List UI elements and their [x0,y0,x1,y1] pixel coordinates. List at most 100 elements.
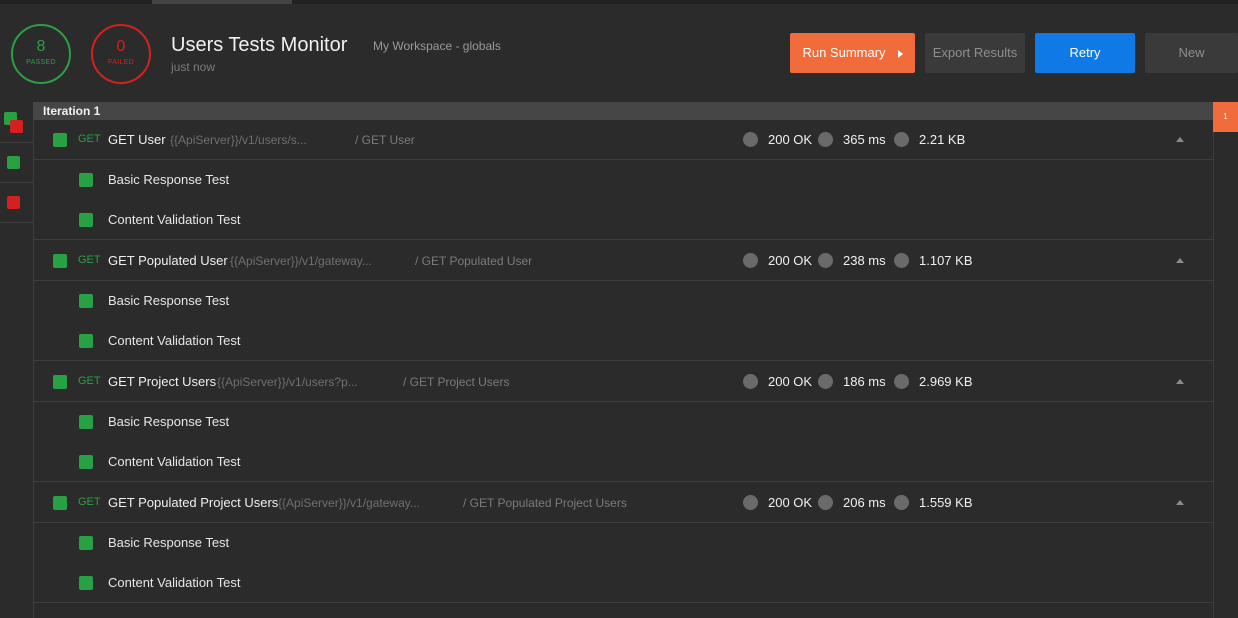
request-url: {{ApiServer}}/v1/users/s... [170,133,307,147]
response-size: 2.969 KB [919,374,973,389]
results-panel: Iteration 1 GET GET User {{ApiServer}}/v… [33,102,1213,618]
collapse-icon[interactable] [1176,379,1184,384]
test-name: Content Validation Test [108,575,241,590]
response-size: 2.21 KB [919,132,966,147]
pass-status-icon [79,536,93,550]
response-status: 200 OK [768,495,813,510]
request-method: GET [78,254,101,266]
request-url: {{ApiServer}}/v1/gateway... [230,254,372,268]
test-name: Content Validation Test [108,333,241,348]
request-url: {{ApiServer}}/v1/gateway... [278,496,420,510]
run-summary-button[interactable]: Run Summary [790,33,915,73]
test-row: Content Validation Test [33,563,1213,603]
response-time: 238 ms [843,253,886,268]
test-name: Basic Response Test [108,535,230,550]
response-time: 206 ms [843,495,886,510]
test-row: Basic Response Test [33,281,1213,321]
response-status: 200 OK [768,253,813,268]
test-name: Content Validation Test [108,454,241,469]
request-path: / GET User [355,133,415,147]
status-dot-icon [743,132,758,147]
size-dot-icon [894,253,909,268]
monitor-header: 8 PASSED 0 FAILED Users Tests Monitor My… [0,4,1238,102]
response-status: 200 OK [768,132,813,147]
request-row[interactable]: GET GET Project Users {{ApiServer}}/v1/u… [33,362,1213,402]
response-time: 186 ms [843,374,886,389]
page-title: Users Tests Monitor [171,34,348,56]
iteration-list [1213,102,1238,618]
passed-label: PASSED [26,59,56,66]
failed-counter: 0 FAILED [91,24,151,84]
pass-status-icon [79,294,93,308]
fail-indicator-icon [10,120,23,133]
test-name: Basic Response Test [108,172,230,187]
time-dot-icon [818,374,833,389]
response-status: 200 OK [768,374,813,389]
request-name: GET Project Users [108,374,217,389]
request-url: {{ApiServer}}/v1/users?p... [217,375,358,389]
new-button[interactable]: New [1145,33,1238,73]
pass-status-icon [79,455,93,469]
sidebar-item-failed[interactable] [0,182,33,223]
sidebar-item-passed[interactable] [0,142,33,183]
pass-status-icon [53,375,67,389]
test-name: Content Validation Test [108,212,241,227]
pass-status-icon [79,334,93,348]
request-name: GET Populated Project Users [108,495,279,510]
request-path: / GET Populated Project Users [463,496,627,510]
pass-status-icon [53,496,67,510]
request-name: GET Populated User [108,253,228,268]
caret-right-icon [897,49,903,58]
run-summary-label: Run Summary [802,45,886,60]
failed-label: FAILED [108,59,134,66]
request-row[interactable]: GET GET Populated User {{ApiServer}}/v1/… [33,241,1213,281]
pass-status-icon [79,213,93,227]
pass-status-icon [53,254,67,268]
request-name: GET User [108,132,166,147]
pass-status-icon [53,133,67,147]
pass-status-icon [79,576,93,590]
pass-status-icon [79,415,93,429]
request-method: GET [78,496,101,508]
size-dot-icon [894,374,909,389]
export-results-button[interactable]: Export Results [925,33,1025,73]
status-dot-icon [743,374,758,389]
test-row: Content Validation Test [33,321,1213,361]
time-dot-icon [818,132,833,147]
request-row[interactable]: GET GET Populated Project Users {{ApiSer… [33,483,1213,523]
status-dot-icon [743,253,758,268]
collapse-icon[interactable] [1176,258,1184,263]
pass-status-icon [79,173,93,187]
size-dot-icon [894,132,909,147]
test-row: Content Validation Test [33,442,1213,482]
request-path: / GET Populated User [415,254,533,268]
response-size: 1.107 KB [919,253,973,268]
iteration-sidebar [0,102,34,618]
iteration-tab[interactable]: 1 [1213,102,1238,132]
request-method: GET [78,133,101,145]
sidebar-item-all[interactable] [0,102,33,143]
test-name: Basic Response Test [108,293,230,308]
passed-counter: 8 PASSED [11,24,71,84]
pass-filter-icon [7,156,20,169]
collapse-icon[interactable] [1176,137,1184,142]
response-time: 365 ms [843,132,886,147]
size-dot-icon [894,495,909,510]
retry-button[interactable]: Retry [1035,33,1135,73]
test-row: Basic Response Test [33,523,1213,563]
request-row[interactable]: GET GET User {{ApiServer}}/v1/users/s...… [33,120,1213,160]
workspace-label: My Workspace - globals [373,39,501,53]
request-method: GET [78,375,101,387]
test-name: Basic Response Test [108,414,230,429]
time-dot-icon [818,253,833,268]
status-dot-icon [743,495,758,510]
time-dot-icon [818,495,833,510]
test-row: Basic Response Test [33,402,1213,442]
test-row: Content Validation Test [33,200,1213,240]
collapse-icon[interactable] [1176,500,1184,505]
response-size: 1.559 KB [919,495,973,510]
test-row: Basic Response Test [33,160,1213,200]
passed-count: 8 [36,38,46,55]
failed-count: 0 [116,38,126,55]
fail-filter-icon [7,196,20,209]
